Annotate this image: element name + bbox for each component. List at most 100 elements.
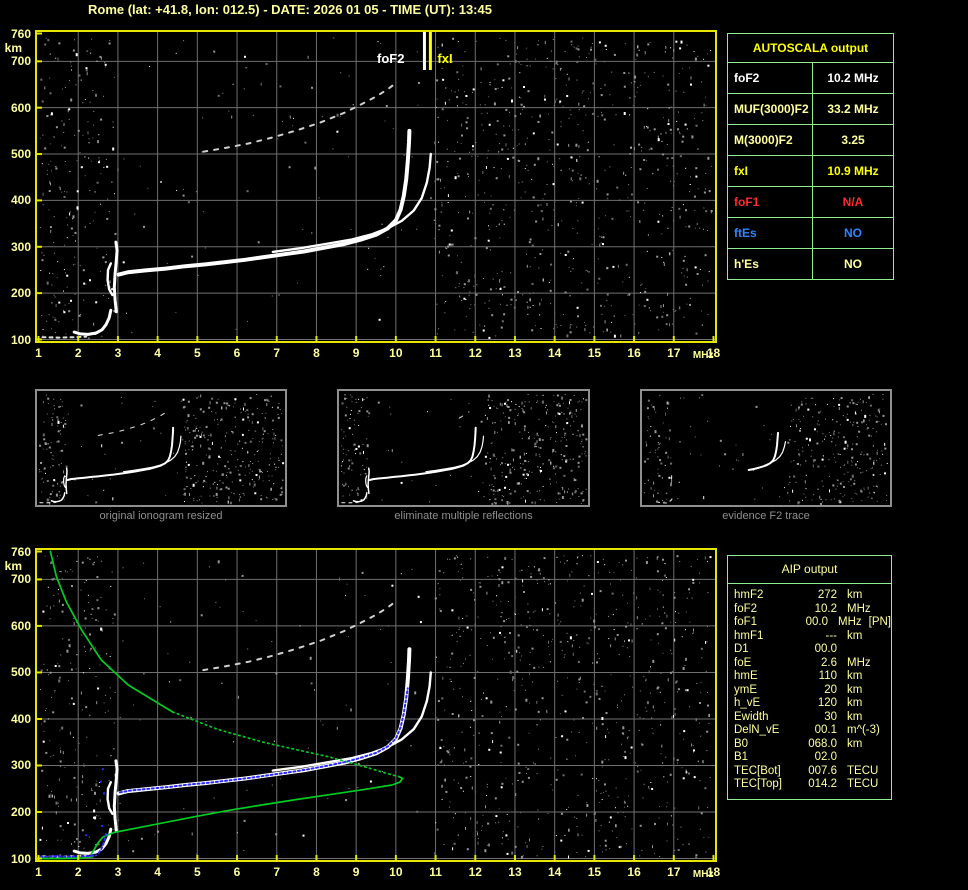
autoscala-row-value: 10.2 MHz bbox=[812, 63, 893, 93]
aip-row-value: 2.6 bbox=[821, 656, 837, 669]
autoscala-row-value: 10.9 MHz bbox=[812, 156, 893, 186]
autoscala-row-h'Es: h'Es NO bbox=[728, 249, 893, 279]
aip-row-label: h_vE bbox=[734, 697, 761, 709]
trace-spike bbox=[112, 240, 119, 314]
aip-row-label: foF2 bbox=[734, 602, 758, 615]
aip-row-TEC[Bot]: TEC[Bot] 007.6 TECU bbox=[734, 765, 891, 779]
y-tick-label: 760 bbox=[10, 26, 31, 41]
aip-row-unit: km bbox=[847, 737, 863, 750]
x-tick-label: 1 bbox=[35, 346, 42, 360]
ionogram-plot-main: foF2 fxI bbox=[35, 30, 717, 343]
trace-multiple_fragment bbox=[458, 413, 467, 419]
aip-row-value: --- bbox=[825, 629, 838, 642]
autoscala-row-M(3000)F2: M(3000)F2 3.25 bbox=[728, 125, 893, 156]
ionogram-canvas bbox=[37, 550, 715, 860]
ionogram-canvas: foF2 fxI bbox=[37, 32, 715, 341]
x-tick-label: 11 bbox=[429, 865, 442, 879]
aip-row-value: 00.0 bbox=[805, 616, 828, 628]
x-tick-label: 12 bbox=[468, 865, 482, 879]
autoscala-row-label: M(3000)F2 bbox=[734, 133, 793, 147]
aip-row-foF2: foF2 10.2 MHz bbox=[734, 603, 891, 617]
mini-panel-eliminate-reflections bbox=[337, 389, 590, 507]
autoscala-table-rows: foF2 10.2 MHz MUF(3000)F2 33.2 MHz M(3000)F2… bbox=[728, 63, 893, 279]
page-title: Rome (lat: +41.8, lon: 012.5) - DATE: 20… bbox=[88, 2, 492, 17]
y-tick-label: 500 bbox=[10, 665, 31, 680]
trace-evidence_o bbox=[747, 431, 779, 471]
x-tick-label: 8 bbox=[313, 346, 320, 360]
aip-row-value: 00.1 bbox=[814, 724, 837, 736]
aip-table-rows: hmF2 272 km foF2 10.2 MHz foF1 00.0 MHz [PN] hmF1-… bbox=[728, 584, 891, 792]
x-tick-label: 11 bbox=[429, 346, 442, 360]
gridlines bbox=[37, 32, 715, 341]
aip-row-label: foF1 bbox=[734, 616, 758, 628]
trace-cusp_arc bbox=[106, 262, 114, 297]
autoscala-row-label: foF2 bbox=[734, 71, 760, 85]
aip-row-hmF2: hmF2 272 km bbox=[734, 589, 891, 603]
autoscala-row-foF1: foF1 N/A bbox=[728, 187, 893, 218]
noise-speckles bbox=[340, 394, 588, 505]
x-tick-label: 10 bbox=[389, 865, 403, 879]
autoscala-row-label: ftEs bbox=[734, 226, 757, 240]
aip-row-hmE: hmE 110 km bbox=[734, 670, 891, 684]
trace-left_remnant bbox=[670, 471, 673, 487]
y-tick-label: 500 bbox=[10, 147, 31, 162]
mini-panel-caption: eliminate multiple reflections bbox=[394, 510, 533, 522]
gridlines bbox=[37, 550, 715, 860]
aip-output-table: AIP output hmF2 272 km foF2 10.2 MHz foF1 00.0 M… bbox=[727, 555, 892, 800]
aip-row-unit: TECU bbox=[847, 778, 879, 790]
autoscala-row-value: 33.2 MHz bbox=[812, 94, 893, 124]
aip-row-flag: [PN] bbox=[868, 616, 891, 628]
aip-row-DelN_vE: DelN_vE 00.1 m^(-3) bbox=[734, 724, 891, 738]
ionogram-canvas bbox=[643, 393, 888, 505]
x-axis-unit-label: MHz bbox=[692, 869, 714, 880]
aip-row-label: B0 bbox=[734, 737, 749, 750]
x-tick-label: 4 bbox=[154, 865, 161, 879]
trace-blue_f bbox=[118, 687, 409, 794]
trace-o_trace bbox=[368, 426, 477, 481]
y-tick-label: 700 bbox=[10, 572, 31, 587]
axis-ticks bbox=[37, 32, 715, 341]
trace-o_trace bbox=[116, 128, 412, 277]
x-tick-label: 7 bbox=[273, 865, 281, 879]
x-tick-label: 17 bbox=[667, 346, 681, 360]
aip-row-value: 10.2 bbox=[814, 602, 837, 615]
x-tick-label: 14 bbox=[547, 865, 562, 879]
x-tick-label: 2 bbox=[74, 865, 82, 879]
marker-label-fxI: fxI bbox=[437, 51, 452, 66]
trace-e_trace bbox=[50, 492, 66, 503]
x-tick-label: 9 bbox=[352, 865, 360, 879]
axis-ticks bbox=[37, 550, 715, 860]
aip-row-label: hmF2 bbox=[734, 589, 764, 601]
autoscala-row-label: MUF(3000)F2 bbox=[734, 102, 809, 116]
aip-row-label: TEC[Bot] bbox=[734, 764, 781, 777]
x-tick-label: 16 bbox=[627, 865, 641, 879]
x-tick-label: 15 bbox=[587, 865, 602, 879]
aip-row-h_vE: h_vE 120 km bbox=[734, 697, 891, 711]
aip-row-value: 120 bbox=[817, 697, 837, 709]
ionogram-canvas bbox=[340, 394, 588, 505]
autoscala-row-fxI: fxI 10.9 MHz bbox=[728, 156, 893, 187]
x-tick-label: 14 bbox=[547, 346, 562, 360]
x-tick-label: 6 bbox=[233, 865, 241, 879]
aip-row-unit: MHz bbox=[847, 656, 871, 669]
x-tick-label: 13 bbox=[508, 865, 522, 879]
autoscala-row-label: fxI bbox=[734, 164, 749, 178]
x-tick-label: 2 bbox=[74, 346, 82, 360]
aip-row-TEC[Top]: TEC[Top] 014.2 TECU bbox=[734, 778, 891, 792]
autoscala-row-value: NO bbox=[812, 218, 893, 248]
aip-row-label: D1 bbox=[734, 643, 749, 655]
y-tick-label: 400 bbox=[10, 193, 31, 208]
noise-speckles bbox=[38, 394, 285, 505]
noise-speckles bbox=[39, 37, 713, 340]
trace-cusp_arc bbox=[63, 475, 66, 489]
aip-row-hmF1: hmF1 --- km bbox=[734, 630, 891, 644]
y-tick-label: 600 bbox=[10, 100, 31, 115]
autoscala-row-label: h'Es bbox=[734, 257, 759, 271]
noise-speckles bbox=[643, 393, 888, 505]
x-tick-label: 9 bbox=[352, 346, 360, 360]
autoscala-output-window: { "title": "Rome (lat: +41.8, lon: 012.5… bbox=[0, 0, 968, 890]
x-tick-label: 1 bbox=[35, 865, 42, 879]
x-tick-label: 3 bbox=[114, 346, 122, 360]
x-tick-label: 5 bbox=[193, 346, 201, 360]
aip-row-label: hmE bbox=[734, 670, 758, 682]
